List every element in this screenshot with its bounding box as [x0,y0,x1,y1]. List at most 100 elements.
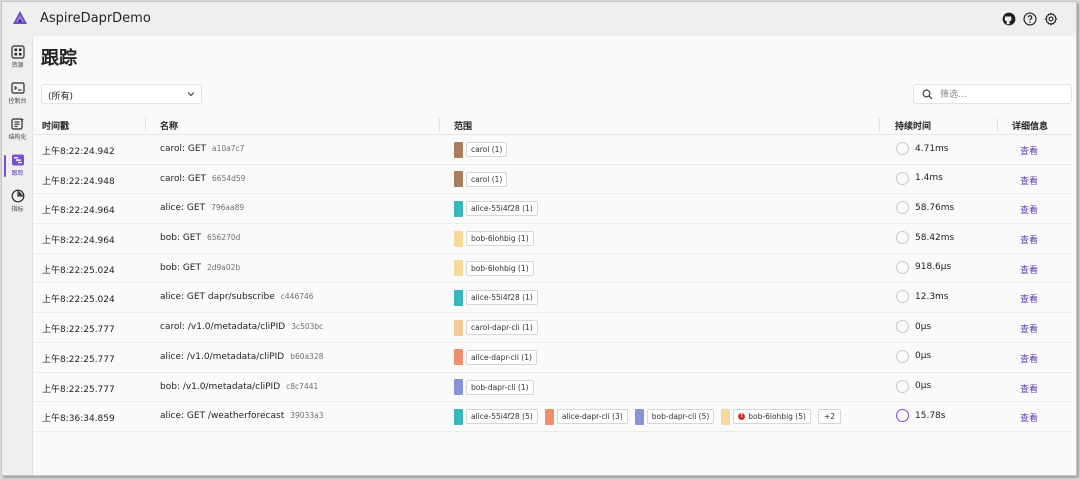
sidebar-item-console[interactable]: 控制台 [2,76,33,110]
column-header-name[interactable]: 名称 [160,119,178,132]
trace-id: 2d9a02b [206,262,241,272]
duration-indicator-icon [896,409,909,423]
sidebar-item-label: 资源 [11,62,24,69]
duration-indicator-icon [896,379,909,393]
scope-chip-label: carol-dapr-cli (1) [466,320,538,336]
view-details-link[interactable]: 查看 [1020,322,1038,335]
scope-chip[interactable]: carol (1) [454,141,508,158]
scope-chip[interactable]: alice-dapr-cli (3) [544,408,628,425]
github-icon[interactable] [1002,11,1016,26]
scope-chip[interactable]: carol (1) [454,171,508,188]
scope-cell: carol (1) [454,141,508,158]
more-scopes-badge[interactable]: +2 [817,409,841,425]
table-row[interactable]: 上午8:22:25.024 bob: GET 2d9a02b bob-6lohbi… [34,254,1072,284]
help-icon[interactable] [1023,11,1037,26]
scope-cell: carol (1) [454,171,508,188]
trace-id: c8c7441 [286,381,319,391]
timestamp-cell: 上午8:22:24.964 [42,236,115,247]
table-row[interactable]: 上午8:22:24.942 carol: GET a10a7c7 carol (1… [34,135,1072,165]
scope-cell: alice-dapr-cli (1) [454,349,537,366]
error-icon: ! [738,413,746,421]
table-row[interactable]: 上午8:22:24.964 bob: GET 656270d bob-6lohbi… [34,224,1072,254]
name-cell: bob: GET 2d9a02b [160,263,240,273]
scope-chip-text: carol (1) [471,145,503,154]
scope-cell: alice-55i4f28 (5) alice-dapr-cli (3) bob… [454,408,841,425]
trace-id: a10a7c7 [212,144,245,153]
sidebar-item-resources[interactable]: 资源 [2,40,33,74]
table-row[interactable]: 上午8:22:24.964 alice: GET 796aa89 alice-55… [34,194,1072,225]
name-cell: alice: GET dapr/subscribe c446746 [160,292,314,302]
view-details-link[interactable]: 查看 [1020,352,1038,365]
column-header-duration[interactable]: 持续时间 [895,119,931,132]
scope-color-swatch [454,349,463,366]
sidebar-item-structured[interactable]: 结构化 [2,112,33,146]
view-details-link[interactable]: 查看 [1020,263,1038,276]
app-title: AspireDaprDemo [40,11,151,26]
settings-gear-icon[interactable] [1044,11,1058,26]
sidebar-item-label: 控制台 [8,98,27,105]
scope-chip-label: bob-6lohbig (1) [466,260,534,276]
duration-value: 0μs [915,321,932,332]
scope-color-swatch [454,408,463,425]
column-divider[interactable] [439,118,440,131]
scope-chip[interactable]: alice-55i4f28 (1) [454,289,538,306]
sidebar-item-label: 跟踪 [11,170,24,177]
column-header-scope[interactable]: 范围 [454,119,472,132]
timestamp-cell: 上午8:36:34.859 [42,414,115,425]
scope-chip[interactable]: alice-55i4f28 (1) [454,200,538,217]
column-divider[interactable] [997,118,998,131]
app-window: AspireDaprDemo 资源 控制台 结构化 跟踪 指标 跟踪 (所有) … [1,1,1077,476]
resource-filter-select[interactable]: (所有) [41,84,202,104]
scope-chip[interactable]: carol-dapr-cli (1) [454,319,538,336]
view-details-link[interactable]: 查看 [1020,292,1038,305]
scope-chip-text: alice-dapr-cli (3) [561,412,623,422]
duration-cell: 0μs [896,349,931,363]
name-cell: bob: GET 656270d [160,233,240,243]
name-cell: carol: GET 6654d59 [160,174,245,184]
column-divider[interactable] [145,118,146,131]
trace-id: c446746 [280,292,314,302]
scope-chip[interactable]: alice-55i4f28 (5) [454,408,538,425]
scope-chip-text: bob-dapr-cli (5) [651,412,710,422]
table-row[interactable]: 上午8:22:25.024 alice: GET dapr/subscribe c… [34,283,1072,314]
sidebar-item-metrics[interactable]: 指标 [2,184,33,218]
name-cell: carol: GET a10a7c7 [160,144,244,154]
scope-chip-label: alice-dapr-cli (3) [556,409,628,425]
scope-chip-label: alice-dapr-cli (1) [466,349,537,365]
duration-cell: 12.3ms [896,290,949,304]
view-details-link[interactable]: 查看 [1020,233,1038,246]
sidebar-item-traces[interactable]: 跟踪 [2,148,33,182]
scope-chip[interactable]: ! bob-6lohbig (5) [721,408,811,425]
span-name: bob: /v1.0/metadata/cliPID [160,381,281,392]
trace-id: 656270d [206,233,241,243]
span-name: carol: GET [160,173,207,184]
console-icon [10,82,25,94]
scope-chip[interactable]: bob-6lohbig (1) [454,260,534,277]
table-row[interactable]: 上午8:22:25.777 bob: /v1.0/metadata/cliPID… [34,373,1072,403]
view-details-link[interactable]: 查看 [1020,411,1038,424]
search-input[interactable] [940,88,1060,101]
scope-chip[interactable]: bob-dapr-cli (1) [454,379,534,396]
span-name: alice: GET [160,203,206,214]
scope-chip[interactable]: bob-dapr-cli (5) [634,408,715,425]
duration-cell: 58.42ms [896,231,954,245]
table-row[interactable]: 上午8:22:25.777 alice: /v1.0/metadata/cliP… [34,343,1072,373]
table-row[interactable]: 上午8:22:25.777 carol: /v1.0/metadata/cliP… [34,313,1072,343]
scope-chip[interactable]: alice-dapr-cli (1) [454,349,537,366]
table-row[interactable]: 上午8:22:24.948 carol: GET 6654d59 carol (1… [34,165,1072,195]
scope-cell: alice-55i4f28 (1) [454,200,538,217]
trace-id: 796aa89 [211,203,245,213]
top-bar: AspireDaprDemo [2,2,1076,36]
scope-chip-text: bob-6lohbig (1) [471,263,529,273]
scope-color-swatch [454,260,463,277]
table-row[interactable]: 上午8:36:34.859 alice: GET /weatherforecas… [34,402,1072,432]
view-details-link[interactable]: 查看 [1020,382,1038,395]
scope-chip[interactable]: bob-6lohbig (1) [454,230,534,247]
column-divider[interactable] [879,118,880,131]
view-details-link[interactable]: 查看 [1020,174,1038,187]
view-details-link[interactable]: 查看 [1020,203,1038,216]
aspire-logo-icon[interactable] [12,10,28,26]
view-details-link[interactable]: 查看 [1020,144,1038,157]
column-header-timestamp[interactable]: 时间戳 [42,119,69,132]
search-box[interactable] [913,84,1072,104]
